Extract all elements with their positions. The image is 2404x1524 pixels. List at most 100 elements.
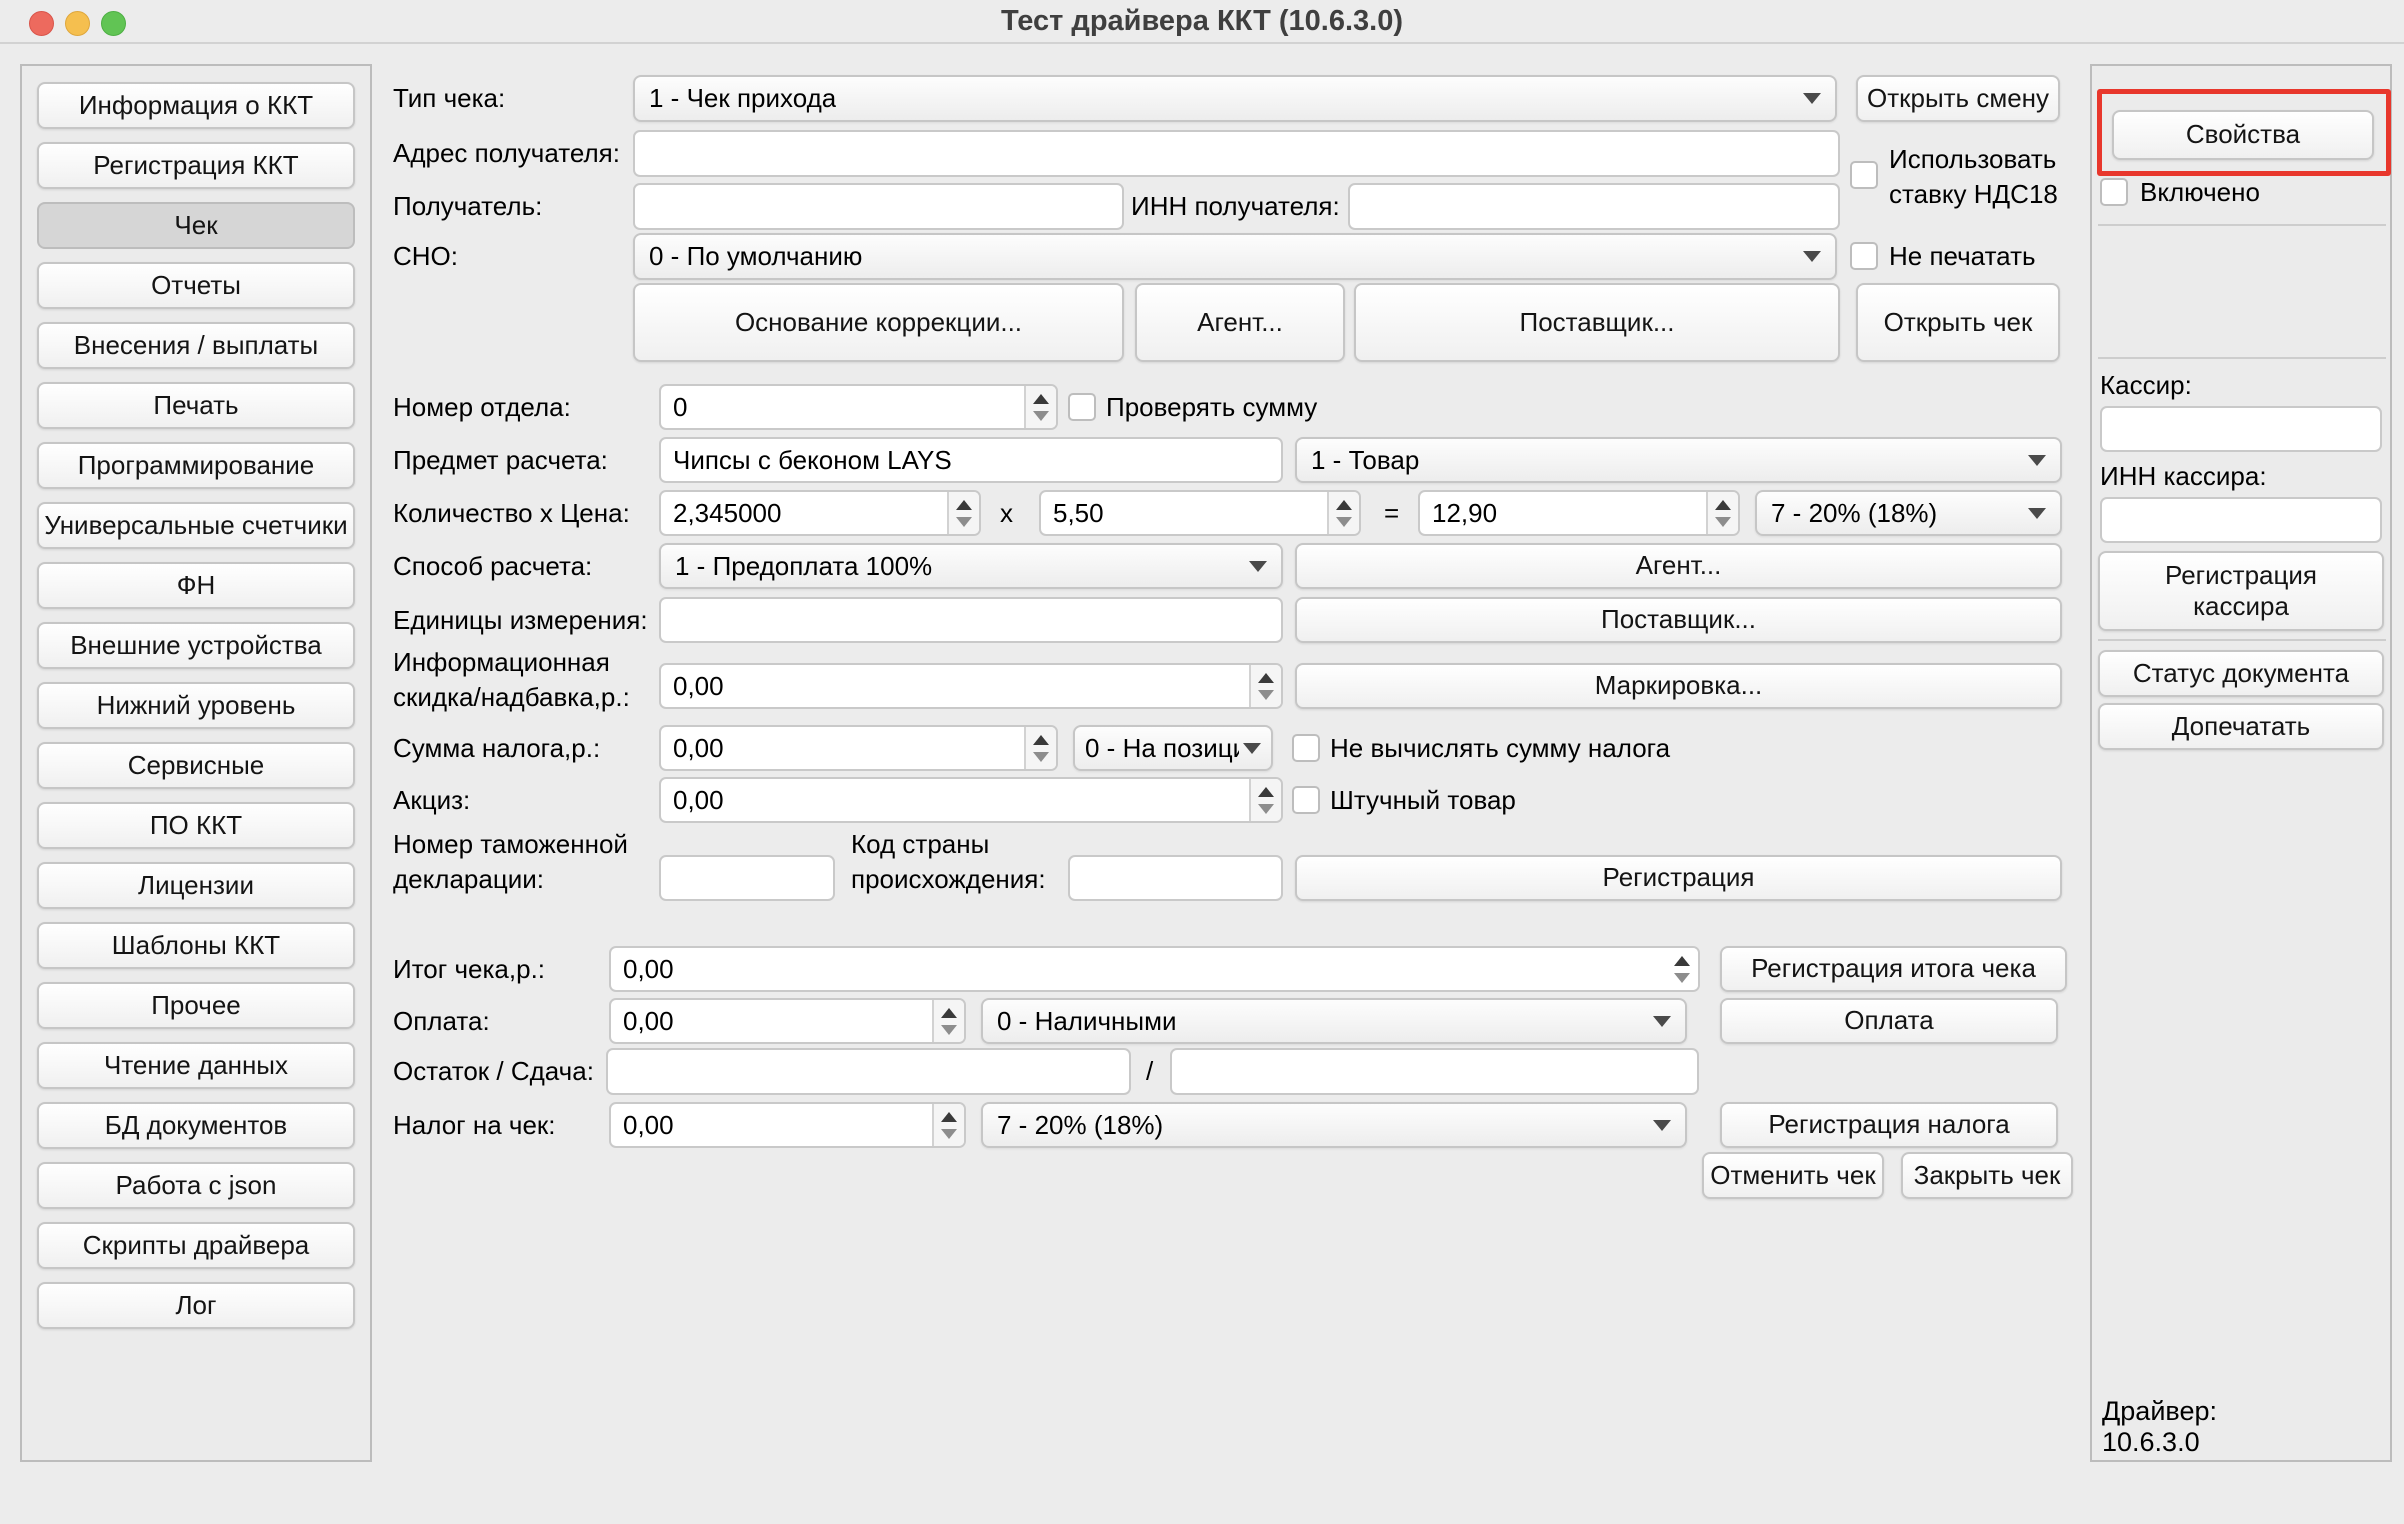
subject-type-select[interactable]: 1 - Товар	[1295, 437, 2062, 483]
sidebar-item-info-kkt[interactable]: Информация о ККТ	[37, 82, 355, 129]
cashier-inn-input[interactable]	[2100, 497, 2382, 543]
agent-button[interactable]: Агент...	[1295, 543, 2062, 589]
cancel-receipt-button[interactable]: Отменить чек	[1702, 1152, 1884, 1199]
total-stepper[interactable]: 0,00	[609, 946, 1700, 992]
price-stepper[interactable]: 5,50	[1039, 490, 1361, 536]
close-icon[interactable]	[29, 11, 54, 36]
spinner-down-icon[interactable]	[941, 1129, 957, 1139]
spinner-down-icon[interactable]	[1033, 752, 1049, 762]
sidebar-item-reports[interactable]: Отчеты	[37, 262, 355, 309]
registration-button[interactable]: Регистрация	[1295, 855, 2062, 901]
sidebar-item-other[interactable]: Прочее	[37, 982, 355, 1029]
check-sum-checkbox[interactable]	[1068, 393, 1096, 421]
sno-select[interactable]: 0 - По умолчанию	[633, 233, 1837, 280]
supplier-top-button[interactable]: Поставщик...	[1354, 283, 1840, 362]
sidebar-item-external-devices[interactable]: Внешние устройства	[37, 622, 355, 669]
enabled-checkbox[interactable]	[2100, 178, 2128, 206]
spinner-down-icon[interactable]	[1674, 973, 1690, 983]
receipt-tax-type-select[interactable]: 7 - 20% (18%)	[981, 1102, 1687, 1148]
supplier-button[interactable]: Поставщик...	[1295, 597, 2062, 643]
tax-sum-stepper[interactable]: 0,00	[659, 725, 1058, 771]
position-vat-select[interactable]: 7 - 20% (18%)	[1755, 490, 2062, 536]
position-sum-stepper[interactable]: 12,90	[1418, 490, 1740, 536]
sidebar-item-templates-kkt[interactable]: Шаблоны ККТ	[37, 922, 355, 969]
spinner-down-icon[interactable]	[1258, 804, 1274, 814]
discount-stepper[interactable]: 0,00	[659, 663, 1283, 709]
sidebar-item-service[interactable]: Сервисные	[37, 742, 355, 789]
properties-button[interactable]: Свойства	[2112, 110, 2374, 160]
sidebar-item-print[interactable]: Печать	[37, 382, 355, 429]
spinner-up-icon[interactable]	[1258, 673, 1274, 683]
sidebar-item-fn[interactable]: ФН	[37, 562, 355, 609]
country-input[interactable]	[1068, 855, 1283, 901]
minimize-icon[interactable]	[65, 11, 90, 36]
recipient-input[interactable]	[633, 183, 1124, 230]
payment-stepper[interactable]: 0,00	[609, 998, 966, 1044]
sidebar-item-licenses[interactable]: Лицензии	[37, 862, 355, 909]
sidebar-item-json[interactable]: Работа с json	[37, 1162, 355, 1209]
payment-method-select[interactable]: 1 - Предоплата 100%	[659, 543, 1283, 589]
payment-button[interactable]: Оплата	[1720, 998, 2058, 1044]
recipient-address-input[interactable]	[633, 130, 1840, 177]
spinner-down-icon[interactable]	[941, 1025, 957, 1035]
change-input-2[interactable]	[1170, 1048, 1699, 1095]
sidebar-item-registration-kkt[interactable]: Регистрация ККТ	[37, 142, 355, 189]
tax-position-select[interactable]: 0 - На позици	[1073, 725, 1273, 771]
spinner-up-icon[interactable]	[941, 1008, 957, 1018]
quantity-value: 2,345000	[661, 492, 947, 534]
sidebar-item-po-kkt[interactable]: ПО ККТ	[37, 802, 355, 849]
spinner-up-icon[interactable]	[1033, 735, 1049, 745]
sidebar-item-programming[interactable]: Программирование	[37, 442, 355, 489]
cashier-registration-button[interactable]: Регистрация кассира	[2098, 551, 2384, 631]
piece-goods-checkbox[interactable]	[1292, 786, 1320, 814]
spinner-up-icon[interactable]	[1674, 956, 1690, 966]
spinner-down-icon[interactable]	[1033, 411, 1049, 421]
subject-input[interactable]: Чипсы с беконом LAYS	[659, 437, 1283, 483]
zoom-icon[interactable]	[101, 11, 126, 36]
open-receipt-button[interactable]: Открыть чек	[1856, 283, 2060, 362]
quantity-stepper[interactable]: 2,345000	[659, 490, 981, 536]
sidebar-item-read-data[interactable]: Чтение данных	[37, 1042, 355, 1089]
sidebar-item-deposits-payouts[interactable]: Внесения / выплаты	[37, 322, 355, 369]
no-print-checkbox[interactable]	[1850, 242, 1878, 270]
spinner-up-icon[interactable]	[1715, 500, 1731, 510]
payment-type-select[interactable]: 0 - Наличными	[981, 998, 1687, 1044]
correction-basis-button[interactable]: Основание коррекции...	[633, 283, 1124, 362]
sidebar-item-log[interactable]: Лог	[37, 1282, 355, 1329]
spinner-up-icon[interactable]	[956, 500, 972, 510]
marking-button[interactable]: Маркировка...	[1295, 663, 2062, 709]
excise-label: Акциз:	[393, 777, 470, 823]
tax-registration-button[interactable]: Регистрация налога	[1720, 1102, 2058, 1148]
sidebar-item-universal-counters[interactable]: Универсальные счетчики	[37, 502, 355, 549]
spinner-down-icon[interactable]	[1336, 517, 1352, 527]
excise-stepper[interactable]: 0,00	[659, 777, 1283, 823]
use-vat18-checkbox[interactable]	[1850, 161, 1878, 189]
cashier-input[interactable]	[2100, 406, 2382, 452]
close-receipt-button[interactable]: Закрыть чек	[1901, 1152, 2073, 1199]
receipt-type-select[interactable]: 1 - Чек прихода	[633, 75, 1837, 122]
spinner-down-icon[interactable]	[1258, 690, 1274, 700]
agent-top-button[interactable]: Агент...	[1135, 283, 1345, 362]
no-tax-calc-checkbox[interactable]	[1292, 734, 1320, 762]
recipient-inn-input[interactable]	[1348, 183, 1840, 230]
spinner-up-icon[interactable]	[1258, 787, 1274, 797]
spinner-down-icon[interactable]	[956, 517, 972, 527]
sidebar-item-driver-scripts[interactable]: Скрипты драйвера	[37, 1222, 355, 1269]
spinner-up-icon[interactable]	[1033, 394, 1049, 404]
check-sum-label: Проверять сумму	[1106, 384, 1317, 430]
spinner-up-icon[interactable]	[1336, 500, 1352, 510]
sidebar-item-low-level[interactable]: Нижний уровень	[37, 682, 355, 729]
receipt-tax-stepper[interactable]: 0,00	[609, 1102, 966, 1148]
total-registration-button[interactable]: Регистрация итога чека	[1720, 946, 2067, 992]
document-status-button[interactable]: Статус документа	[2098, 650, 2384, 697]
open-shift-button[interactable]: Открыть смену	[1856, 75, 2060, 122]
customs-input[interactable]	[659, 855, 835, 901]
units-input[interactable]	[659, 597, 1283, 643]
reprint-button[interactable]: Допечатать	[2098, 703, 2384, 750]
change-input-1[interactable]	[606, 1048, 1131, 1095]
sidebar-item-doc-db[interactable]: БД документов	[37, 1102, 355, 1149]
department-stepper[interactable]: 0	[659, 384, 1058, 430]
spinner-up-icon[interactable]	[941, 1112, 957, 1122]
sidebar-item-check[interactable]: Чек	[37, 202, 355, 249]
spinner-down-icon[interactable]	[1715, 517, 1731, 527]
